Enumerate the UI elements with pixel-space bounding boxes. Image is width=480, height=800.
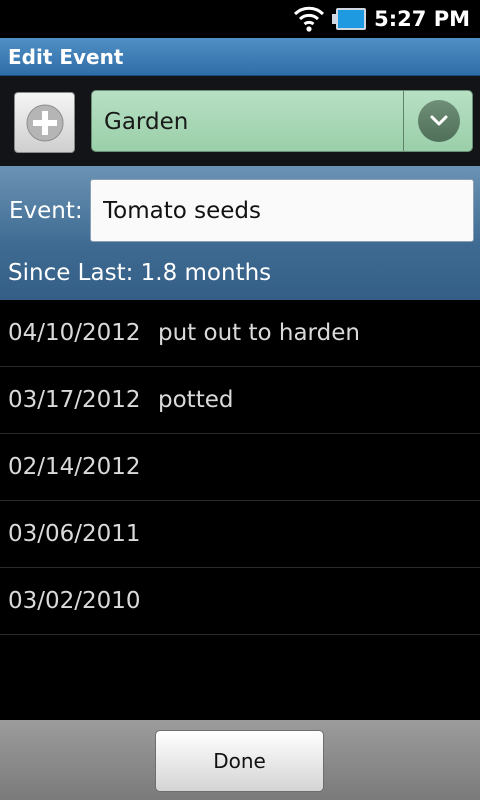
- since-last-text: Since Last: 1.8 months: [8, 260, 272, 286]
- history-date: 03/17/2012: [8, 387, 141, 413]
- history-row[interactable]: 03/02/2010: [0, 568, 480, 635]
- category-dropdown[interactable]: Garden: [91, 90, 473, 152]
- history-date: 03/02/2010: [8, 588, 141, 614]
- plus-icon: [26, 104, 63, 141]
- chevron-down-icon[interactable]: [418, 100, 460, 142]
- wifi-icon: [294, 6, 325, 32]
- history-date: 02/14/2012: [8, 454, 141, 480]
- event-label: Event:: [9, 198, 83, 224]
- history-list: 04/10/2012 put out to harden 03/17/2012 …: [0, 300, 480, 635]
- history-note: potted: [158, 387, 234, 413]
- history-note: put out to harden: [158, 320, 360, 346]
- dropdown-divider: [403, 91, 404, 151]
- title-bar: Edit Event: [0, 38, 480, 76]
- history-date: 03/06/2011: [8, 521, 141, 547]
- add-category-button[interactable]: [14, 92, 75, 153]
- category-selected-value: Garden: [104, 109, 189, 135]
- status-time: 5:27 PM: [374, 7, 470, 31]
- history-date: 04/10/2012: [8, 320, 141, 346]
- edit-event-screen: 5:27 PM Edit Event Garden Event: Since L…: [0, 0, 480, 800]
- history-row[interactable]: 04/10/2012 put out to harden: [0, 300, 480, 367]
- history-row[interactable]: 02/14/2012: [0, 434, 480, 501]
- history-row[interactable]: 03/17/2012 potted: [0, 367, 480, 434]
- event-name-input[interactable]: [90, 179, 474, 242]
- battery-icon: [332, 8, 367, 30]
- status-bar: 5:27 PM: [0, 0, 480, 38]
- history-row[interactable]: 03/06/2011: [0, 501, 480, 568]
- done-button[interactable]: Done: [155, 730, 324, 792]
- page-title: Edit Event: [8, 44, 124, 69]
